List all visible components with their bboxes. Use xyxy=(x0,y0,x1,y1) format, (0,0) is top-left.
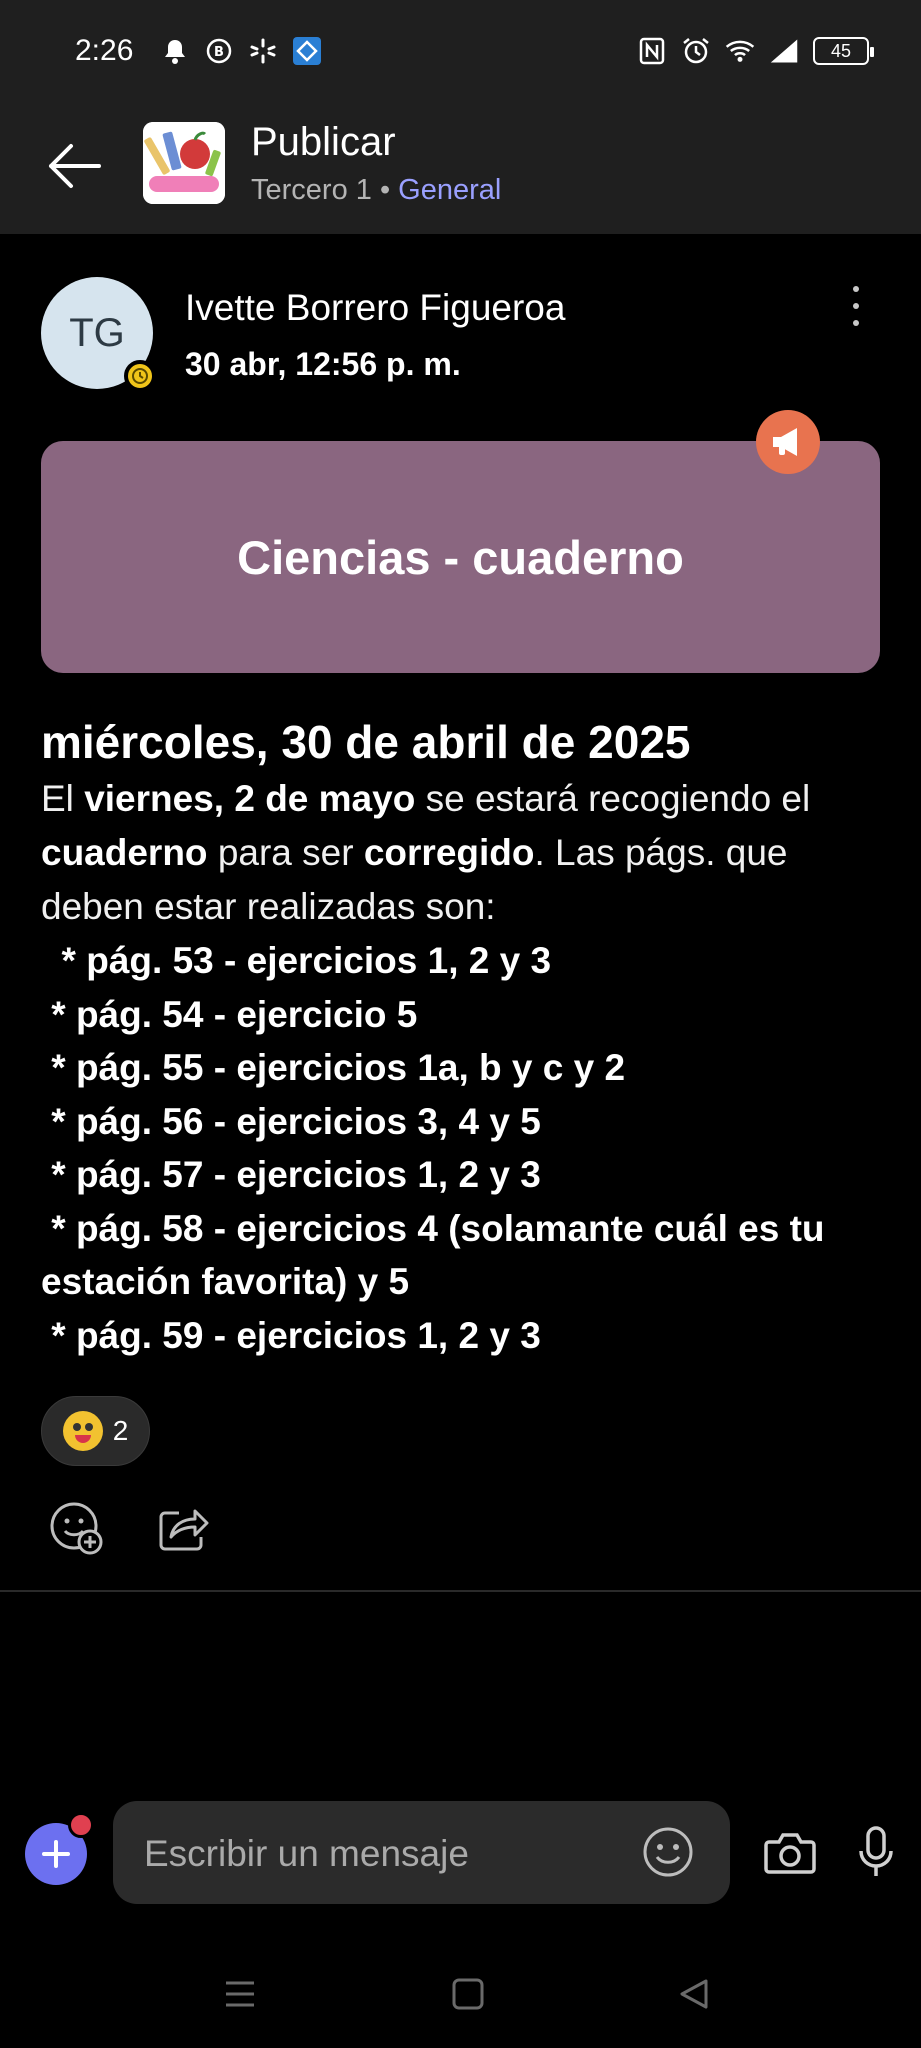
post-heading: miércoles, 30 de abril de 2025 xyxy=(41,716,691,768)
microphone-icon xyxy=(859,1826,893,1876)
list-item: * pág. 58 - ejercicios 4 (solamante cuál… xyxy=(41,1207,825,1249)
reaction-count: 2 xyxy=(112,1415,129,1446)
smiley-icon xyxy=(643,1827,693,1877)
list-item: * pág. 55 - ejercicios 1a, b y c y 2 xyxy=(41,1047,626,1088)
list-item: estación favorita) y 5 xyxy=(41,1261,410,1302)
signal-icon xyxy=(769,36,799,66)
list-item: * pág. 57 - ejercicios 1, 2 y 3 xyxy=(41,1154,541,1195)
list-item: * pág. 53 - ejercicios 1, 2 y 3 xyxy=(41,940,552,981)
microphone-button[interactable] xyxy=(846,1822,906,1882)
intro-bold-date: viernes, 2 de mayo xyxy=(84,778,416,819)
list-item: * pág. 59 - ejercicios 1, 2 y 3 xyxy=(41,1314,541,1356)
b-circle-icon: B xyxy=(204,36,234,66)
intro-text: se estará recogiendo el xyxy=(415,778,811,819)
notification-dot xyxy=(68,1812,94,1838)
camera-icon xyxy=(764,1833,816,1874)
arrow-left-icon xyxy=(49,144,101,188)
more-options-button[interactable] xyxy=(838,282,874,330)
list-item: * pág. 54 - ejercicio 5 xyxy=(41,993,418,1035)
status-time: 2:26 xyxy=(75,34,134,67)
camera-button[interactable] xyxy=(760,1823,820,1883)
intro-text: El xyxy=(41,778,85,819)
away-status-icon xyxy=(124,360,156,392)
dot xyxy=(853,286,859,292)
battery-indicator: 45 xyxy=(813,37,874,65)
share-button[interactable] xyxy=(156,1500,212,1556)
share-icon xyxy=(159,1509,209,1551)
back-button[interactable] xyxy=(38,130,110,202)
post-timestamp: 30 abr, 12:56 p. m. xyxy=(185,346,461,382)
team-name: Tercero 1 xyxy=(251,174,372,206)
menu-lines-icon xyxy=(226,1981,254,2007)
header-subtitle: Tercero 1 • General xyxy=(251,174,501,207)
plus-icon xyxy=(42,1840,70,1868)
post-actions xyxy=(48,1500,212,1556)
divider xyxy=(0,1590,921,1592)
author-name[interactable]: Ivette Borrero Figueroa xyxy=(185,287,565,329)
emoji-button[interactable] xyxy=(641,1825,695,1879)
list-item: * pág. 56 - ejercicios 3, 4 y 5 xyxy=(41,1100,541,1142)
zany-face-emoji-icon xyxy=(62,1411,103,1451)
system-nav-bar xyxy=(0,1940,921,2048)
post-body: miércoles, 30 de abril de 2025 El vierne… xyxy=(41,712,891,1362)
megaphone-icon xyxy=(756,410,820,474)
message-input[interactable]: Escribir un mensaje xyxy=(113,1801,730,1904)
back-nav-button[interactable] xyxy=(664,1964,724,2024)
dot xyxy=(853,320,859,326)
post-intro: El viernes, 2 de mayo se estará recogien… xyxy=(41,772,891,934)
separator-dot: • xyxy=(379,174,391,206)
channel-link[interactable]: General xyxy=(398,174,501,206)
page-title: Publicar xyxy=(251,120,396,164)
svg-text:B: B xyxy=(214,45,224,60)
app-diamond-icon xyxy=(292,36,322,66)
message-placeholder: Escribir un mensaje xyxy=(144,1833,469,1874)
bell-icon xyxy=(160,36,190,66)
triangle-back-icon xyxy=(680,1979,708,2009)
home-button[interactable] xyxy=(438,1964,498,2024)
channel-avatar[interactable] xyxy=(143,122,225,204)
announcement-card: Ciencias - cuaderno xyxy=(41,441,880,673)
asterisk-icon xyxy=(248,36,278,66)
alarm-icon xyxy=(681,36,711,66)
status-bar: 2:26 B 45 xyxy=(0,0,921,108)
nfc-icon xyxy=(637,36,667,66)
intro-bold-notebook: cuaderno xyxy=(41,832,208,873)
reaction-chip[interactable]: 2 xyxy=(41,1396,150,1466)
add-emoji-icon xyxy=(50,1502,103,1555)
add-reaction-button[interactable] xyxy=(48,1500,104,1556)
app-header: Publicar Tercero 1 • General xyxy=(0,108,921,234)
wifi-icon xyxy=(725,36,755,66)
intro-bold-corrected: corregido xyxy=(363,832,535,873)
intro-text: para ser xyxy=(207,832,364,873)
announcement-title: Ciencias - cuaderno xyxy=(237,530,684,584)
dot xyxy=(853,303,859,309)
recents-button[interactable] xyxy=(210,1964,270,2024)
square-home-icon xyxy=(452,1978,484,2010)
